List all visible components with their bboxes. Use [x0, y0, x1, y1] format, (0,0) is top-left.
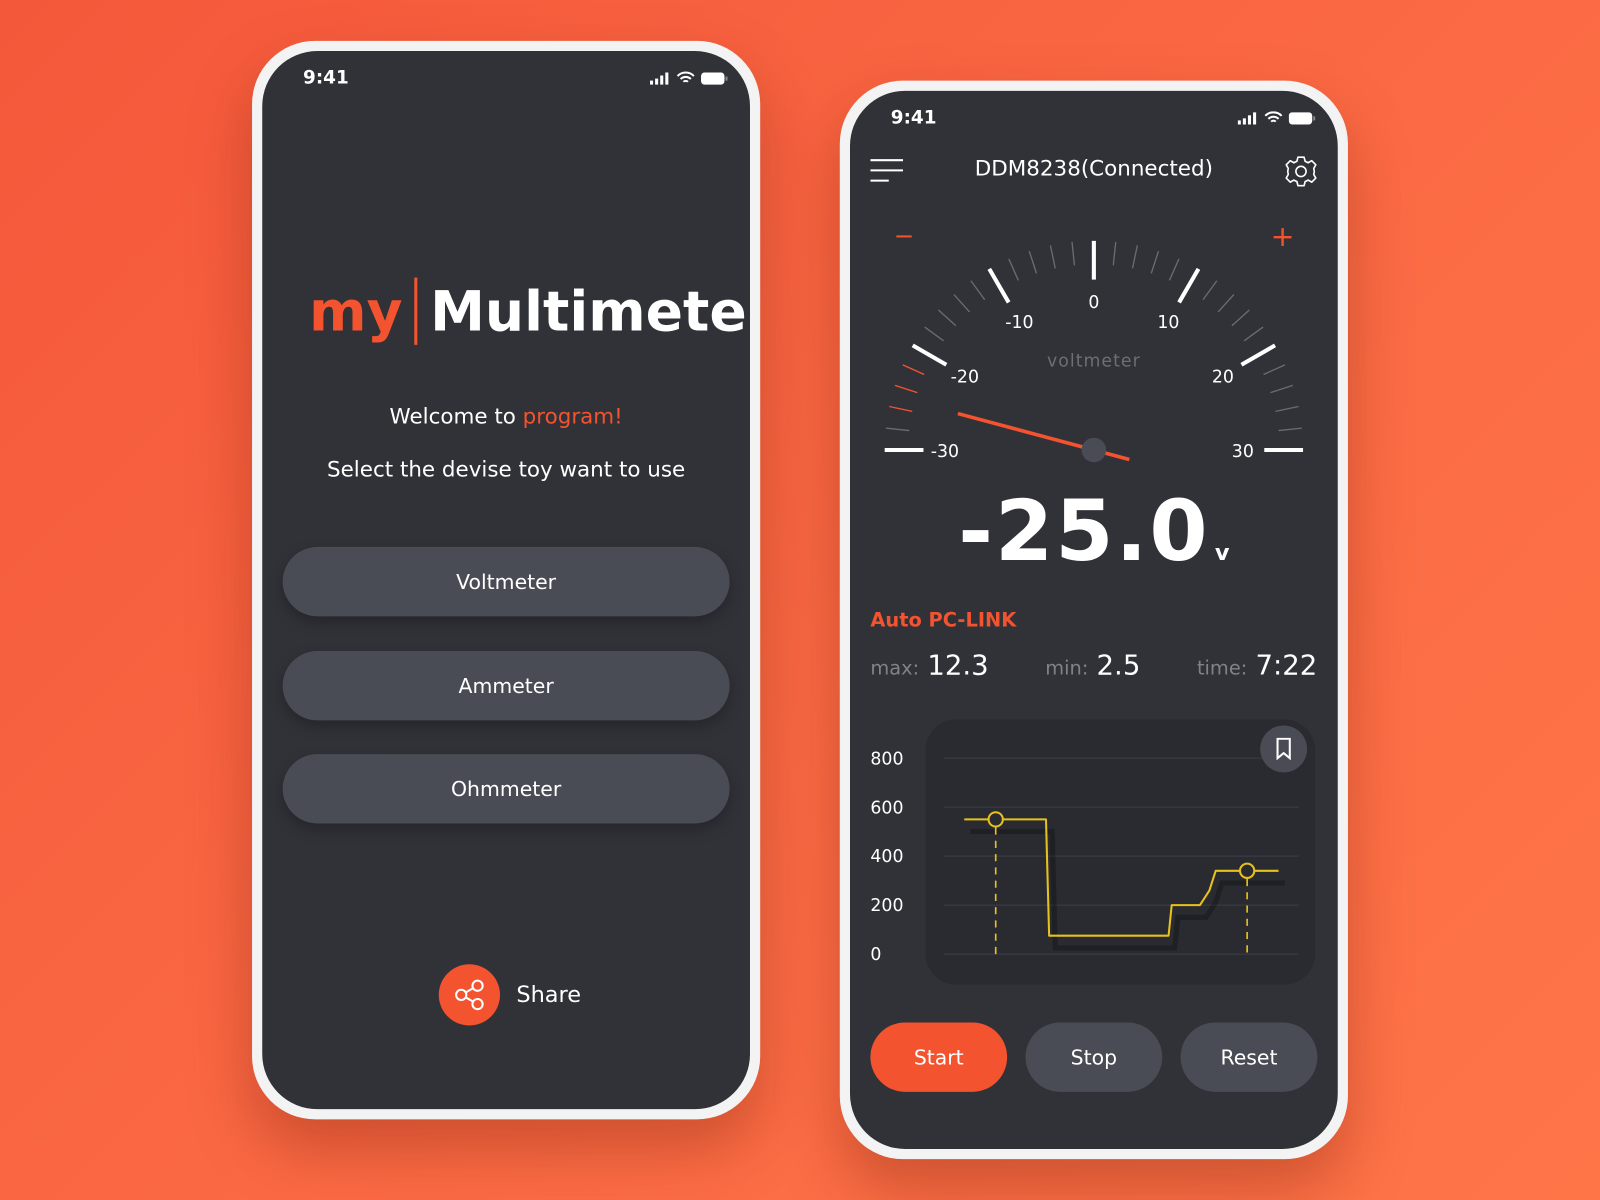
- reading-unit: v: [1214, 540, 1230, 567]
- logo-divider: [414, 277, 418, 345]
- minor-tick: [1071, 241, 1076, 266]
- reading-value: -25.0: [958, 483, 1210, 581]
- bookmark-icon: [1276, 737, 1291, 761]
- bookmark-button[interactable]: [1260, 725, 1308, 773]
- minor-tick: [1168, 258, 1180, 281]
- minor-tick: [1028, 250, 1038, 274]
- wifi-icon: [676, 71, 695, 83]
- signal-icon: [1237, 111, 1257, 124]
- major-tick: [911, 343, 948, 367]
- minor-tick: [970, 280, 986, 301]
- start-button[interactable]: Start: [870, 1022, 1008, 1092]
- minor-tick: [1008, 258, 1019, 281]
- minor-tick: [1202, 280, 1218, 301]
- home-phone: 9:41 my Multimeter Welcome to program! S…: [252, 40, 761, 1120]
- reading-display: -25.0 v: [850, 484, 1338, 581]
- y-tick-label: 0: [870, 945, 881, 965]
- major-tick: [987, 267, 1011, 304]
- status-icons: [1237, 111, 1316, 124]
- minor-tick: [924, 326, 945, 342]
- logo-my: my: [309, 279, 403, 344]
- minor-tick: [1270, 384, 1294, 394]
- y-tick-label: 800: [870, 749, 903, 769]
- gear-icon[interactable]: [1285, 155, 1318, 188]
- minor-tick: [1278, 427, 1302, 432]
- data-marker[interactable]: [987, 811, 1004, 828]
- share-label: Share: [516, 982, 582, 1008]
- status-time: 9:41: [890, 107, 937, 129]
- stat-min: min: 2.5: [1045, 649, 1141, 682]
- mode-label: Auto PC-LINK: [870, 609, 1017, 632]
- status-time: 9:41: [303, 67, 349, 89]
- meter-screen: 9:41 DDM8238(Connected) − + voltmeter -3…: [849, 90, 1338, 1149]
- battery-icon: [701, 71, 728, 85]
- tick-label: 30: [1232, 442, 1254, 462]
- meter-phone: 9:41 DDM8238(Connected) − + voltmeter -3…: [839, 80, 1348, 1160]
- data-marker[interactable]: [1238, 862, 1256, 879]
- ammeter-button[interactable]: Ammeter: [282, 651, 730, 721]
- signal-icon: [649, 71, 669, 85]
- minor-tick: [894, 384, 918, 394]
- tick-label: -10: [1005, 313, 1033, 333]
- trace-line: [964, 818, 1279, 937]
- app-logo: my Multimeter: [309, 277, 750, 345]
- reset-button[interactable]: Reset: [1180, 1022, 1318, 1092]
- tick-label: 10: [1157, 313, 1179, 333]
- logo-name: Multimeter: [430, 279, 750, 344]
- minor-tick: [1231, 309, 1250, 327]
- device-title: DDM8238(Connected): [974, 156, 1213, 181]
- minor-tick: [1275, 405, 1299, 413]
- minor-tick: [1150, 250, 1160, 274]
- welcome-prefix: Welcome to: [389, 404, 523, 429]
- major-tick: [1177, 267, 1201, 304]
- major-tick: [1240, 343, 1277, 367]
- minor-tick: [1131, 245, 1139, 269]
- minor-tick: [953, 294, 971, 313]
- minor-tick: [1243, 326, 1264, 342]
- gauge-label: voltmeter: [1047, 351, 1141, 371]
- status-icons: [649, 71, 728, 85]
- needle-hub: [1081, 437, 1107, 463]
- battery-icon: [1288, 111, 1316, 124]
- minor-tick: [885, 427, 910, 432]
- plus-sign: +: [1271, 219, 1295, 253]
- stop-button[interactable]: Stop: [1025, 1022, 1163, 1092]
- stats-row: max: 12.3 min: 2.5 time: 7:22: [870, 650, 1317, 682]
- share-icon: [438, 964, 500, 1026]
- tick-label: -30: [931, 442, 959, 462]
- wifi-icon: [1264, 111, 1283, 123]
- minor-tick: [902, 364, 925, 376]
- share-button[interactable]: Share: [438, 964, 582, 1026]
- y-tick-label: 600: [870, 798, 903, 818]
- y-tick-label: 400: [870, 847, 903, 867]
- stat-time: time: 7:22: [1196, 649, 1318, 682]
- minus-sign: −: [894, 221, 915, 250]
- tick-label: 20: [1212, 368, 1234, 388]
- y-tick-label: 200: [870, 896, 903, 916]
- welcome-text: Welcome to program!: [262, 404, 750, 428]
- minor-tick: [889, 405, 913, 413]
- tick-label: 0: [1088, 293, 1099, 313]
- trace-shadow: [970, 829, 1285, 951]
- welcome-highlight: program!: [522, 404, 623, 429]
- minor-tick: [1217, 294, 1235, 313]
- home-screen: 9:41 my Multimeter Welcome to program! S…: [262, 51, 750, 1110]
- voltmeter-gauge: − + voltmeter -30 -20 -10 0 10 20 30: [884, 219, 1304, 463]
- ohmmeter-button[interactable]: Ohmmeter: [282, 754, 730, 824]
- minor-tick: [937, 309, 957, 327]
- stat-max: max: 12.3: [870, 649, 989, 682]
- minor-tick: [1049, 245, 1056, 269]
- minor-tick: [1263, 364, 1286, 376]
- voltmeter-button[interactable]: Voltmeter: [282, 546, 730, 617]
- minor-tick: [1112, 241, 1117, 266]
- subtitle: Select the devise toy want to use: [327, 457, 686, 482]
- tick-label: -20: [951, 368, 979, 388]
